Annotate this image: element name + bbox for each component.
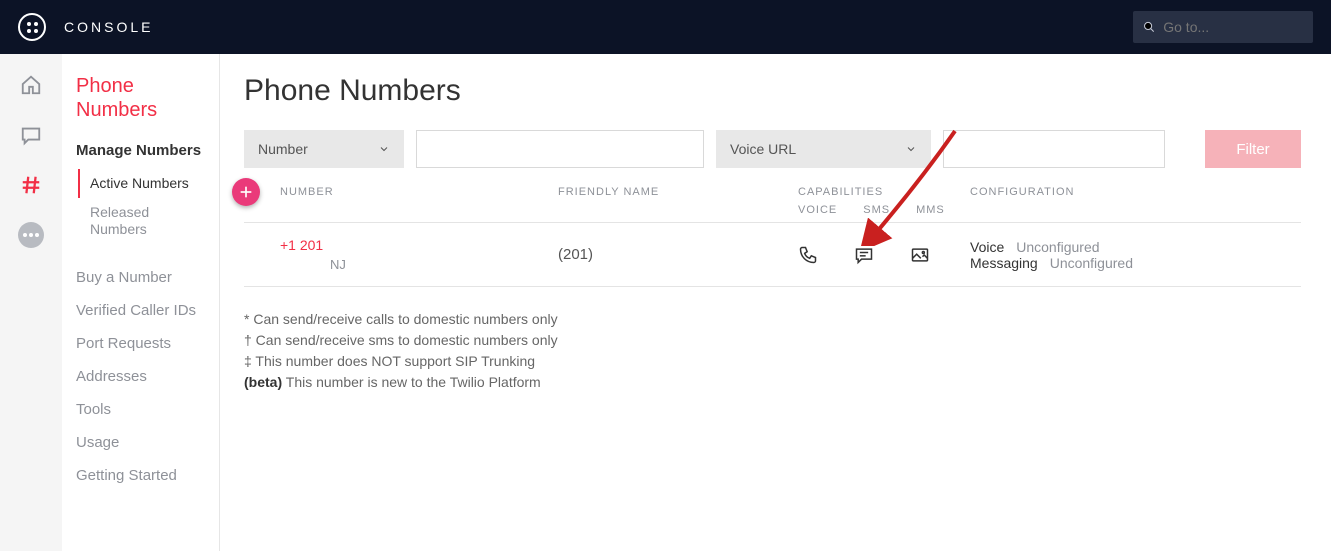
footnote-sip: ‡ This number does NOT support SIP Trunk… — [244, 351, 1301, 372]
search-icon — [1143, 20, 1155, 34]
config-messaging-value: Unconfigured — [1050, 255, 1133, 271]
filter-bar: Number Voice URL Filter — [244, 130, 1301, 168]
filter-field-select-voice-url[interactable]: Voice URL — [716, 130, 931, 168]
config-voice-label: Voice — [970, 239, 1004, 255]
sidebar-item-getting-started[interactable]: Getting Started — [76, 459, 209, 492]
filter-field-select-number[interactable]: Number — [244, 130, 404, 168]
sidebar-item-addresses[interactable]: Addresses — [76, 360, 209, 393]
column-sub-mms: MMS — [916, 204, 945, 216]
config-voice-value: Unconfigured — [1016, 239, 1099, 255]
home-icon[interactable] — [18, 72, 44, 98]
sidebar-item-port[interactable]: Port Requests — [76, 327, 209, 360]
footnote-beta: (beta) This number is new to the Twilio … — [244, 372, 1301, 393]
plus-icon — [238, 184, 254, 200]
friendly-name: (201) — [558, 246, 798, 263]
add-number-button[interactable] — [232, 178, 260, 206]
twilio-logo-icon[interactable] — [18, 13, 46, 41]
table-subheader-row: VOICE SMS MMS — [244, 204, 1301, 222]
console-label: CONSOLE — [64, 19, 153, 35]
chevron-down-icon — [378, 143, 390, 155]
more-products-icon[interactable] — [18, 222, 44, 248]
global-search-input[interactable] — [1163, 19, 1303, 35]
table-header-row: NUMBER FRIENDLY NAME CAPABILITIES CONFIG… — [244, 174, 1301, 204]
top-navbar: CONSOLE — [0, 0, 1331, 54]
chevron-down-icon — [905, 143, 917, 155]
footnotes: * Can send/receive calls to domestic num… — [244, 309, 1301, 393]
global-search[interactable] — [1133, 11, 1313, 43]
main-content: Phone Numbers Number Voice URL Filter NU… — [220, 54, 1331, 551]
sidebar-item-verified[interactable]: Verified Caller IDs — [76, 294, 209, 327]
column-header-number: NUMBER — [280, 186, 558, 198]
filter-field-label: Voice URL — [730, 141, 796, 157]
filter-button[interactable]: Filter — [1205, 130, 1301, 168]
number-row[interactable]: +1 201 NJ (201) Voice Unconfigured Messa… — [244, 222, 1301, 287]
sidebar-title: Phone Numbers — [76, 74, 209, 122]
mms-capability-icon — [910, 245, 930, 265]
icon-rail — [0, 54, 62, 551]
sidebar: Phone Numbers Manage Numbers Active Numb… — [62, 54, 220, 551]
filter-field-label: Number — [258, 141, 308, 157]
sidebar-active-numbers[interactable]: Active Numbers — [78, 169, 209, 198]
number-link[interactable]: +1 201 — [280, 237, 558, 253]
sidebar-item-tools[interactable]: Tools — [76, 393, 209, 426]
config-messaging-label: Messaging — [970, 255, 1038, 271]
column-sub-voice: VOICE — [798, 204, 837, 216]
column-header-friendly: FRIENDLY NAME — [558, 186, 798, 198]
footnote-sms: † Can send/receive sms to domestic numbe… — [244, 330, 1301, 351]
column-header-configuration: CONFIGURATION — [970, 186, 1301, 198]
sms-capability-icon — [854, 245, 874, 265]
sidebar-item-usage[interactable]: Usage — [76, 426, 209, 459]
column-header-capabilities: CAPABILITIES — [798, 186, 970, 198]
footnote-calls: * Can send/receive calls to domestic num… — [244, 309, 1301, 330]
sidebar-released-numbers[interactable]: Released Numbers — [80, 198, 209, 244]
sidebar-manage-numbers[interactable]: Manage Numbers — [76, 142, 209, 159]
page-title: Phone Numbers — [244, 74, 1301, 108]
filter-input-number[interactable] — [416, 130, 704, 168]
phone-numbers-icon[interactable] — [18, 172, 44, 198]
column-sub-sms: SMS — [863, 204, 890, 216]
number-region: NJ — [330, 257, 558, 272]
filter-input-voice-url[interactable] — [943, 130, 1165, 168]
messaging-icon[interactable] — [18, 122, 44, 148]
voice-capability-icon — [798, 245, 818, 265]
sidebar-item-buy[interactable]: Buy a Number — [76, 261, 209, 294]
